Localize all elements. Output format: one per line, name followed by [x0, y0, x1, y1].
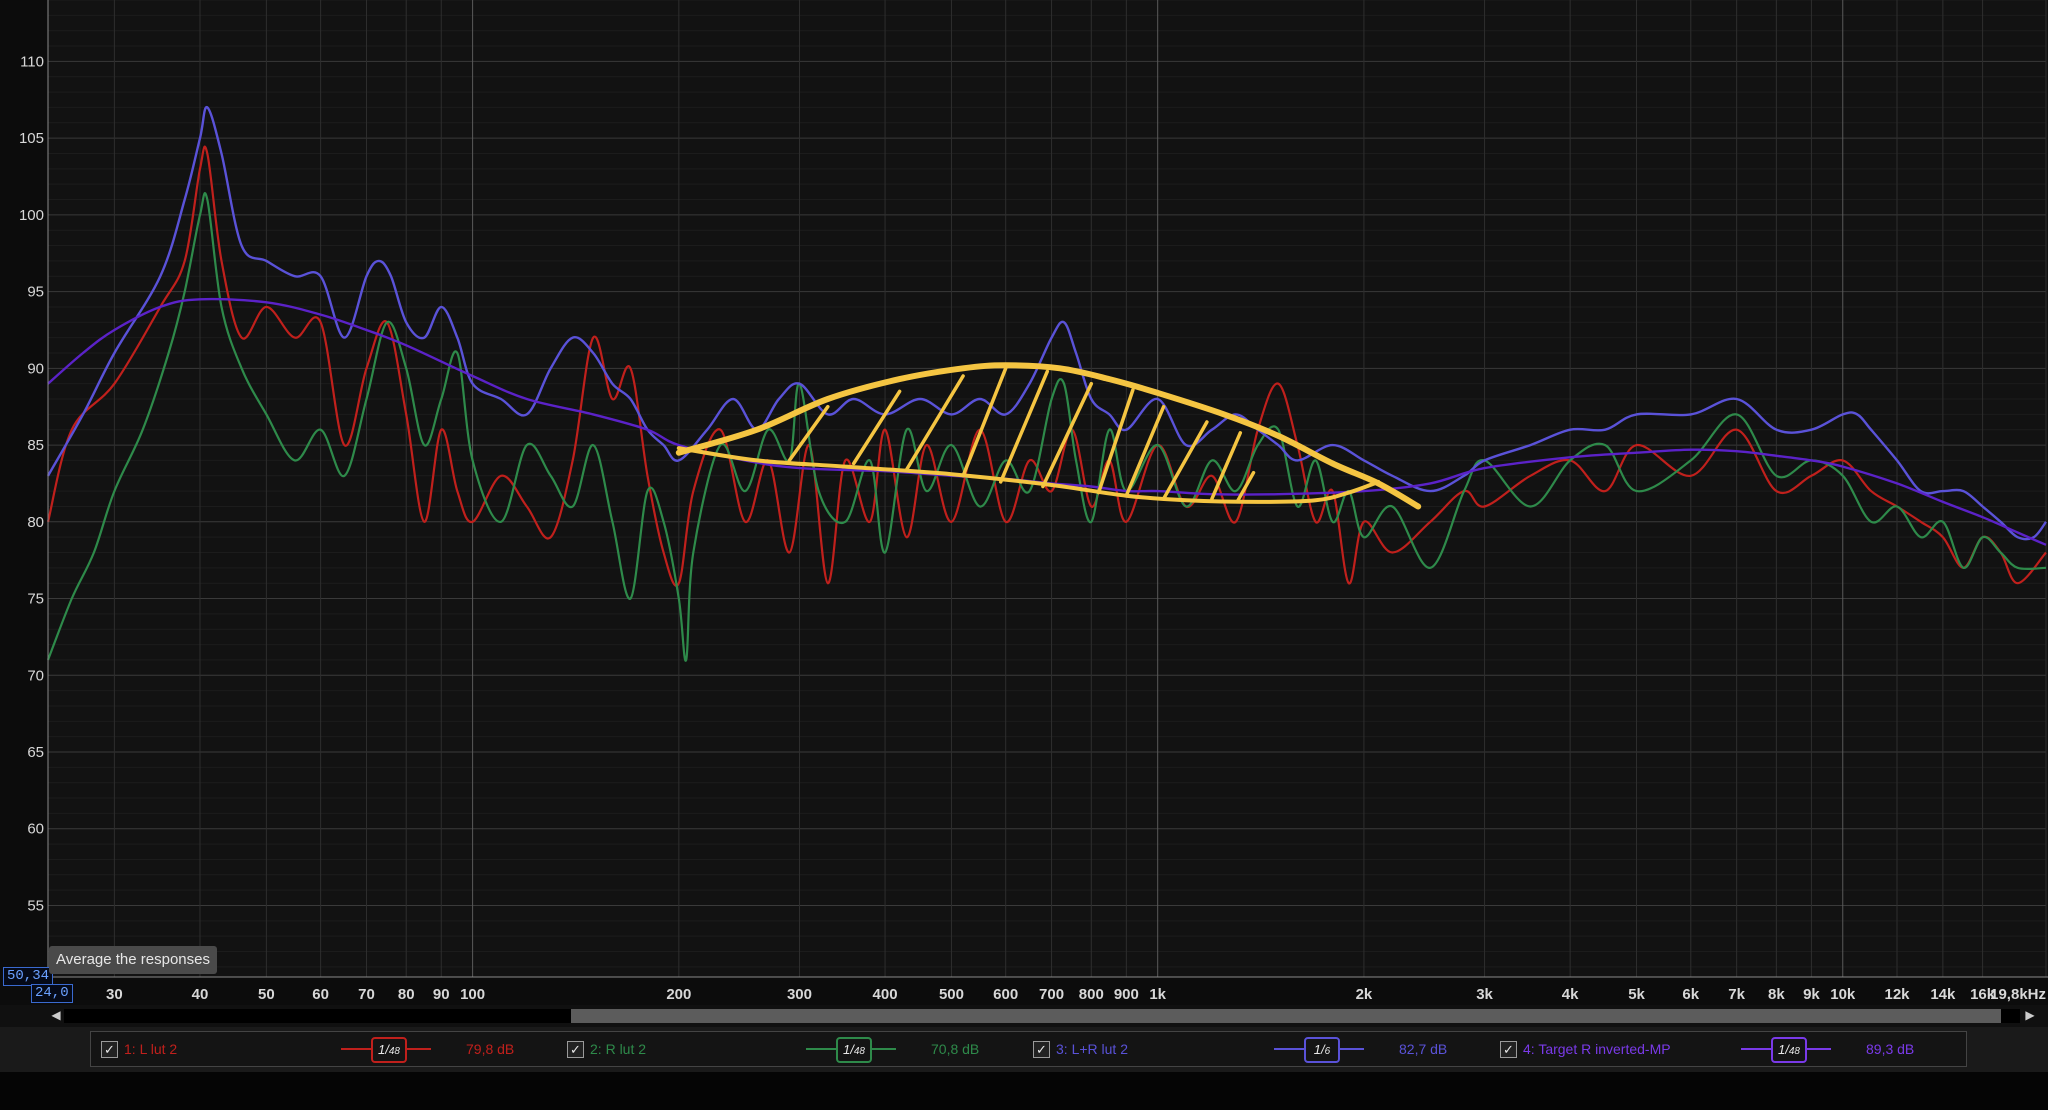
x-tick-label: 40	[192, 986, 209, 1003]
y-tick-label: 60	[27, 821, 44, 838]
x-tick-label: 700	[1039, 986, 1064, 1003]
scroll-left-arrow-icon[interactable]: ◀	[48, 1007, 64, 1023]
y-tick-label: 100	[19, 207, 44, 224]
x-tick-label: 60	[312, 986, 329, 1003]
horizontal-scrollbar[interactable]: ◀ ▶	[0, 1005, 2048, 1027]
x-tick-label: 3k	[1476, 986, 1493, 1003]
y-tick-label: 85	[27, 437, 44, 454]
smoothing-selector[interactable]: 1/6	[1274, 1036, 1364, 1063]
x-tick-label: 2k	[1356, 986, 1373, 1003]
smoothing-numerator: 1	[1313, 1042, 1322, 1057]
legend-level: 79,8 dB	[466, 1041, 515, 1057]
smoothing-selector[interactable]: 1/48	[341, 1036, 431, 1063]
legend-series-name[interactable]: 2: R lut 2	[590, 1041, 646, 1057]
x-min-readout[interactable]: 24,0	[31, 984, 73, 1003]
smoothing-value[interactable]: 1/48	[836, 1037, 872, 1063]
smoothing-selector[interactable]: 1/48	[806, 1036, 896, 1063]
frequency-response-plot[interactable]: 55 60 65 70 75 80 85 90 95 100 105 110 30 40 50 60 70 80…	[0, 0, 2048, 1005]
y-axis-panel	[0, 0, 48, 1005]
scroll-track[interactable]	[64, 1009, 2020, 1023]
smoothing-denominator: 48	[1788, 1046, 1800, 1057]
x-tick-label: 90	[433, 986, 450, 1003]
x-tick-label: 8k	[1768, 986, 1785, 1003]
legend-bar: ✓ 1: L lut 2 1/48 79,8 dB ✓ 2: R lut 2 1/48 70,…	[0, 1027, 2048, 1072]
y-tick-label: 110	[20, 53, 44, 70]
legend-checkbox[interactable]: ✓	[1033, 1041, 1050, 1058]
y-tick-label: 105	[19, 130, 44, 147]
y-tick-label: 65	[27, 744, 44, 761]
y-tick-label: 95	[27, 284, 44, 301]
legend-checkbox[interactable]: ✓	[1500, 1041, 1517, 1058]
x-tick-label: 7k	[1728, 986, 1745, 1003]
x-tick-label: 14k	[1930, 986, 1956, 1003]
x-tick-label: 19,8kHz	[1990, 986, 2046, 1003]
x-tick-label: 100	[460, 986, 485, 1003]
x-tick-label: 800	[1079, 986, 1104, 1003]
plot-area-background	[0, 0, 2048, 1005]
x-tick-label: 300	[787, 986, 812, 1003]
scroll-thumb[interactable]	[571, 1009, 2001, 1023]
y-tick-label: 75	[27, 591, 44, 608]
window-bottom-strip	[0, 1072, 2048, 1110]
y-tick-label: 80	[27, 514, 44, 531]
legend-checkbox[interactable]: ✓	[101, 1041, 118, 1058]
y-tick-label: 70	[27, 667, 44, 684]
smoothing-value[interactable]: 1/48	[1771, 1037, 1807, 1063]
x-tick-label: 1k	[1149, 986, 1166, 1003]
x-tick-label: 500	[939, 986, 964, 1003]
x-tick-label: 80	[398, 986, 415, 1003]
x-tick-label: 4k	[1562, 986, 1579, 1003]
x-tick-label: 200	[666, 986, 691, 1003]
legend-series-name[interactable]: 3: L+R lut 2	[1056, 1041, 1128, 1057]
x-tick-label: 9k	[1803, 986, 1820, 1003]
x-tick-label: 10k	[1830, 986, 1856, 1003]
scroll-right-arrow-icon[interactable]: ▶	[2022, 1007, 2038, 1023]
smoothing-denominator: 48	[853, 1046, 865, 1057]
x-tick-label: 30	[106, 986, 123, 1003]
x-tick-label: 400	[873, 986, 898, 1003]
smoothing-value[interactable]: 1/48	[371, 1037, 407, 1063]
y-tick-label: 55	[27, 897, 44, 914]
x-tick-label: 5k	[1628, 986, 1645, 1003]
x-tick-label: 50	[258, 986, 275, 1003]
x-tick-label: 70	[358, 986, 375, 1003]
legend-level: 82,7 dB	[1399, 1041, 1448, 1057]
smoothing-selector[interactable]: 1/48	[1741, 1036, 1831, 1063]
legend-box: ✓ 1: L lut 2 1/48 79,8 dB ✓ 2: R lut 2 1/48 70,…	[90, 1031, 1967, 1067]
legend-series-name[interactable]: 4: Target R inverted-MP	[1523, 1041, 1671, 1057]
x-tick-label: 900	[1114, 986, 1139, 1003]
legend-checkbox[interactable]: ✓	[567, 1041, 584, 1058]
x-tick-label: 12k	[1884, 986, 1910, 1003]
tooltip: Average the responses	[49, 946, 217, 974]
legend-level: 89,3 dB	[1866, 1041, 1915, 1057]
y-tick-label: 90	[27, 360, 44, 377]
x-tick-label: 600	[993, 986, 1018, 1003]
smoothing-value[interactable]: 1/6	[1304, 1037, 1340, 1063]
x-tick-label: 6k	[1682, 986, 1699, 1003]
smoothing-denominator: 48	[388, 1046, 400, 1057]
legend-series-name[interactable]: 1: L lut 2	[124, 1041, 177, 1057]
legend-level: 70,8 dB	[931, 1041, 980, 1057]
smoothing-denominator: 6	[1324, 1046, 1331, 1057]
